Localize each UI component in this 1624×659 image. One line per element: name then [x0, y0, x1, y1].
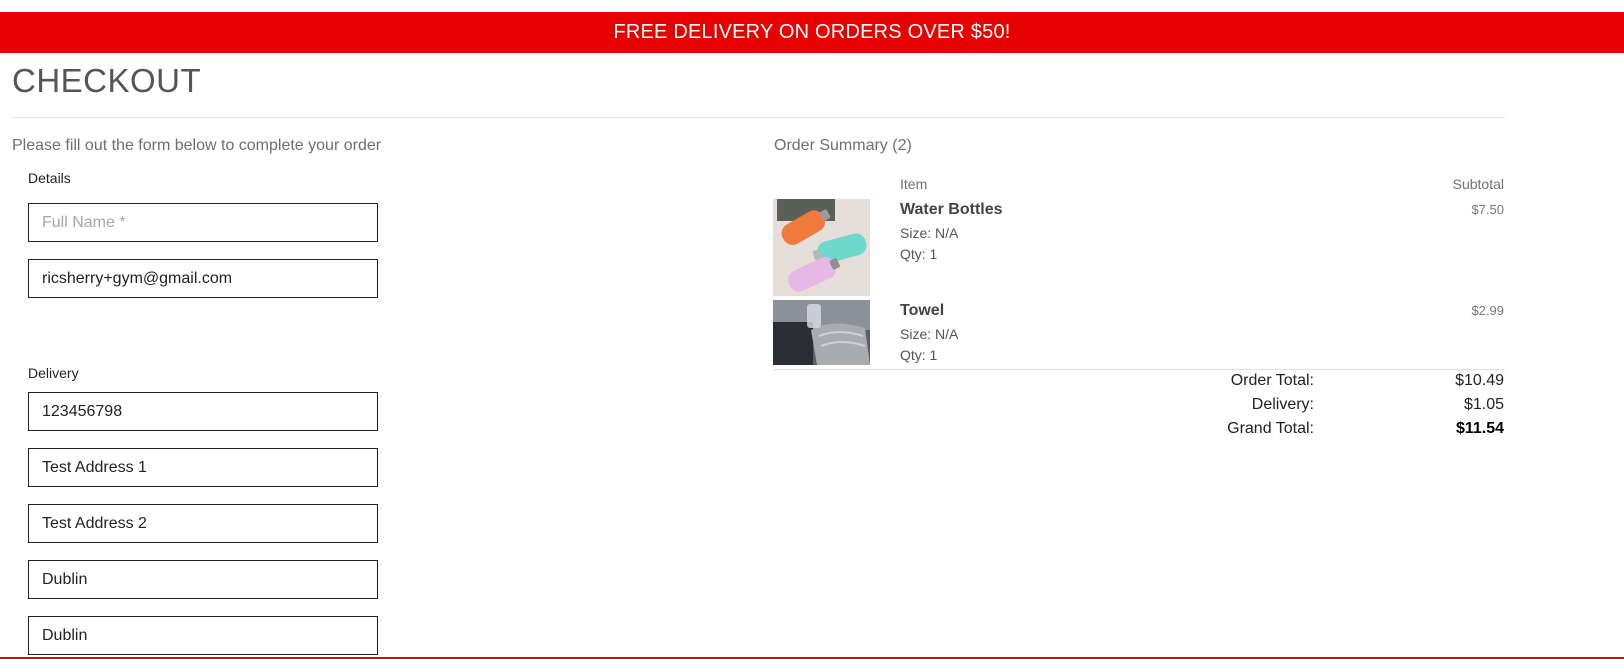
town-input[interactable] [28, 560, 378, 599]
item-price: $2.99 [1471, 303, 1504, 318]
order-total-label: Order Total: [1230, 372, 1314, 389]
county-input[interactable] [28, 616, 378, 655]
page-title: CHECKOUT [12, 62, 202, 99]
email-input[interactable] [28, 259, 378, 298]
towel-photo [773, 300, 870, 365]
delivery-section-label: Delivery [28, 365, 79, 381]
water-bottles-photo [773, 199, 870, 296]
title-divider [12, 117, 1505, 118]
grand-total-label: Grand Total: [1227, 420, 1314, 437]
towel-image [773, 300, 870, 365]
free-delivery-banner: FREE DELIVERY ON ORDERS OVER $50! [0, 12, 1624, 53]
street-address1-input[interactable] [28, 448, 378, 487]
delivery-cost-label: Delivery: [1251, 396, 1314, 413]
full-name-input[interactable] [28, 203, 378, 242]
delivery-cost-value: $1.05 [1463, 396, 1504, 413]
banner-text: FREE DELIVERY ON ORDERS OVER $50! [613, 21, 1011, 43]
item-name: Towel [900, 302, 945, 319]
details-section-label: Details [28, 170, 71, 186]
item-name: Water Bottles [900, 201, 1003, 218]
grand-total-value: $11.54 [1455, 420, 1504, 437]
item-price: $7.50 [1471, 202, 1504, 217]
water-bottles-image [773, 199, 870, 296]
item-qty: Qty: 1 [900, 347, 938, 363]
street-address2-input[interactable] [28, 504, 378, 543]
item-size: Size: N/A [900, 326, 959, 342]
phone-input[interactable] [28, 392, 378, 431]
item-qty: Qty: 1 [900, 246, 938, 262]
item-column-header: Item [900, 176, 928, 192]
item-size: Size: N/A [900, 225, 959, 241]
order-summary-title: Order Summary (2) [774, 137, 912, 154]
order-total-value: $10.49 [1455, 372, 1504, 389]
form-instructions: Please fill out the form below to comple… [12, 137, 382, 154]
summary-divider [773, 369, 1505, 370]
subtotal-column-header: Subtotal [1452, 176, 1504, 192]
